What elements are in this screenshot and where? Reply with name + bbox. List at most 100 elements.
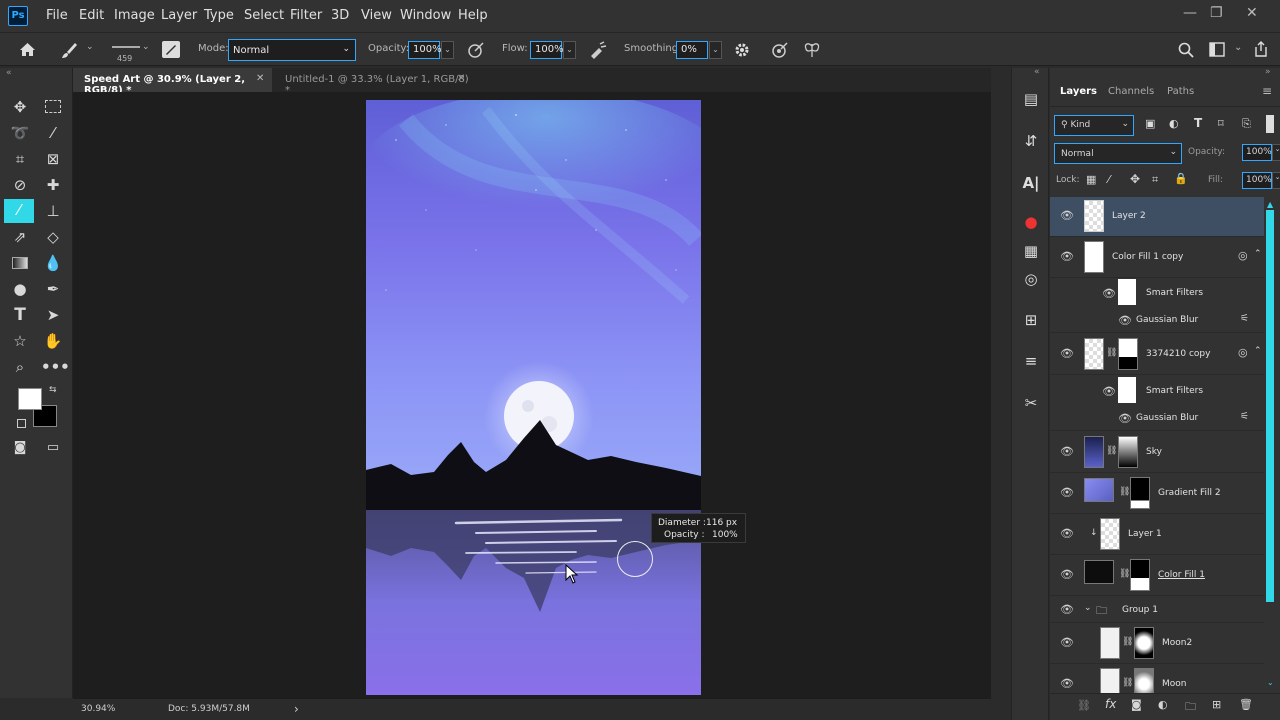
menu-file[interactable]: File — [46, 8, 68, 23]
smoothing-dropdown-icon[interactable]: ⌄ — [709, 41, 722, 59]
flow-input[interactable]: 100% — [530, 41, 564, 59]
frame-tool-icon[interactable]: ⊠ — [41, 148, 65, 170]
gaussian-blur-row[interactable]: 👁 Gaussian Blur ⚟ — [1050, 307, 1264, 333]
expand-caret-icon[interactable]: ⌃ — [1254, 249, 1262, 259]
quick-mask-icon[interactable]: ◙ — [8, 437, 32, 459]
character-panel-icon[interactable]: A| — [1021, 174, 1041, 194]
default-colors-icon[interactable] — [17, 419, 26, 428]
filter-pixel-icon[interactable]: ▣ — [1145, 117, 1155, 130]
scroll-down-icon[interactable]: ⌄ — [1267, 678, 1274, 687]
filter-adjustment-icon[interactable]: ◐ — [1169, 117, 1179, 130]
add-mask-icon[interactable]: ◙ — [1131, 698, 1142, 711]
gaussian-blur-row[interactable]: 👁 Gaussian Blur ⚟ — [1050, 405, 1264, 431]
gradient-tool-icon[interactable] — [8, 252, 32, 274]
pen-tool-icon[interactable]: ✒ — [41, 278, 65, 300]
tab-untitled-1[interactable]: Untitled-1 @ 33.3% (Layer 1, RGB/8) * ✕ — [273, 68, 473, 96]
document-canvas[interactable] — [366, 100, 701, 695]
menu-select[interactable]: Select — [244, 8, 284, 23]
color-panel-icon[interactable]: ● — [1021, 213, 1041, 233]
restore-button[interactable]: ❐ — [1210, 5, 1223, 21]
visibility-eye-icon[interactable]: 👁 — [1060, 209, 1074, 222]
layer-opacity-input[interactable]: 100% — [1242, 144, 1272, 161]
fill-input[interactable]: 100% — [1242, 172, 1272, 189]
visibility-eye-icon[interactable]: 👁 — [1060, 603, 1074, 616]
layer-row-3374210-copy[interactable]: 👁 ⛓ 3374210 copy ◎ ⌃ — [1050, 335, 1264, 375]
layer-row-group-1[interactable]: 👁 ⌄ 🗀 Group 1 — [1050, 597, 1264, 623]
layer-opacity-caret-icon[interactable]: ⌄ — [1272, 144, 1280, 161]
marquee-tool-icon[interactable] — [41, 96, 65, 118]
menu-edit[interactable]: Edit — [79, 8, 104, 23]
close-tab-icon[interactable]: ✕ — [256, 73, 264, 84]
foreground-color-swatch[interactable] — [18, 388, 42, 410]
visibility-eye-icon[interactable]: 👁 — [1060, 445, 1074, 458]
history-panel-icon[interactable]: ▤ — [1021, 90, 1041, 110]
search-icon[interactable] — [1178, 42, 1194, 58]
screen-mode-icon[interactable]: ▭ — [41, 437, 65, 459]
group-expand-caret-icon[interactable]: ⌄ — [1084, 603, 1092, 613]
blur-tool-icon[interactable]: 💧 — [41, 252, 65, 274]
menu-filter[interactable]: Filter — [290, 8, 322, 23]
filter-toggle-icon[interactable] — [1266, 115, 1274, 133]
visibility-eye-icon[interactable]: 👁 — [1102, 287, 1116, 300]
layer-row-color-fill-1-copy[interactable]: 👁 Color Fill 1 copy ◎ ⌃ — [1050, 238, 1264, 278]
visibility-eye-icon[interactable]: 👁 — [1060, 250, 1074, 263]
visibility-eye-icon[interactable]: 👁 — [1060, 347, 1074, 360]
chain-link-icon[interactable]: ⛓ — [1106, 446, 1117, 456]
collapse-panel-icon[interactable]: » — [1265, 67, 1271, 77]
status-menu-arrow-icon[interactable]: › — [294, 702, 299, 716]
link-layers-icon[interactable]: ⛓ — [1077, 699, 1091, 712]
crop-tool-icon[interactable]: ⌗ — [8, 148, 32, 170]
new-group-icon[interactable]: 🗀 — [1185, 698, 1196, 717]
history-brush-tool-icon[interactable]: ⇗ — [8, 226, 32, 248]
filter-smart-object-icon[interactable]: ⎘ — [1242, 117, 1251, 131]
menu-image[interactable]: Image — [114, 8, 155, 23]
lock-transparent-icon[interactable]: ▦ — [1086, 173, 1096, 186]
smart-filters-row[interactable]: 👁 Smart Filters — [1050, 279, 1264, 307]
visibility-eye-icon[interactable]: 👁 — [1060, 486, 1074, 499]
lock-artboard-icon[interactable]: ⌗ — [1152, 173, 1158, 187]
tab-layers[interactable]: Layers — [1060, 86, 1097, 97]
chain-link-icon[interactable]: ⛓ — [1122, 678, 1133, 688]
brush-settings-panel-icon[interactable]: ≡ — [1021, 352, 1041, 372]
chain-link-icon[interactable]: ⛓ — [1119, 569, 1130, 579]
layer-row-color-fill-1[interactable]: 👁 ⛓ Color Fill 1 — [1050, 556, 1264, 596]
smoothing-input[interactable]: 0% — [676, 41, 708, 59]
chain-link-icon[interactable]: ⛓ — [1119, 487, 1130, 497]
zoom-level[interactable]: 30.94% — [81, 704, 115, 714]
eyedropper-tool-icon[interactable]: ⊘ — [8, 174, 32, 196]
collapse-strip-icon[interactable]: « — [1034, 67, 1040, 77]
brush-tool-icon[interactable]: ⁄ — [4, 199, 34, 223]
visibility-eye-icon[interactable]: 👁 — [1060, 568, 1074, 581]
zoom-tool-icon[interactable]: ⌕ — [8, 356, 32, 378]
smart-filters-row[interactable]: 👁 Smart Filters — [1050, 377, 1264, 405]
pressure-opacity-icon[interactable] — [467, 41, 485, 59]
swap-colors-icon[interactable]: ⇆ — [49, 385, 57, 395]
menu-window[interactable]: Window — [400, 8, 451, 23]
brush-panel-toggle-icon[interactable] — [162, 41, 180, 58]
visibility-eye-icon[interactable]: 👁 — [1118, 412, 1132, 425]
visibility-eye-icon[interactable]: 👁 — [1118, 314, 1132, 327]
adjustments-panel-icon[interactable]: ⇵ — [1021, 132, 1041, 152]
smoothing-settings-gear-icon[interactable] — [734, 42, 750, 58]
visibility-eye-icon[interactable]: 👁 — [1060, 677, 1074, 690]
visibility-eye-icon[interactable]: 👁 — [1102, 385, 1116, 398]
magic-wand-tool-icon[interactable]: ⁄ — [41, 122, 65, 144]
layer-row-sky[interactable]: 👁 ⛓ Sky — [1050, 433, 1264, 473]
collapse-tools-icon[interactable]: « — [6, 68, 12, 78]
menu-type[interactable]: Type — [204, 8, 234, 23]
tools-presets-panel-icon[interactable]: ✂ — [1021, 394, 1041, 414]
workspace-icon[interactable] — [1209, 42, 1225, 57]
share-icon[interactable] — [1253, 41, 1269, 58]
fx-icon[interactable]: fx — [1105, 697, 1116, 711]
filter-options-icon[interactable]: ⚟ — [1240, 411, 1249, 422]
layer-row-moon[interactable]: 👁 ⛓ Moon — [1050, 665, 1264, 695]
brush-tip-preview[interactable] — [112, 46, 140, 48]
eraser-tool-icon[interactable]: ◇ — [41, 226, 65, 248]
workspace-caret-icon[interactable]: ⌄ — [1234, 42, 1242, 53]
expand-caret-icon[interactable]: ⌃ — [1254, 346, 1262, 356]
scroll-up-icon[interactable]: ▲ — [1267, 200, 1273, 209]
filter-type-icon[interactable]: T — [1194, 116, 1202, 130]
menu-view[interactable]: View — [361, 8, 392, 23]
healing-brush-tool-icon[interactable]: ✚ — [41, 174, 65, 196]
lock-all-icon[interactable]: 🔒 — [1174, 172, 1188, 185]
